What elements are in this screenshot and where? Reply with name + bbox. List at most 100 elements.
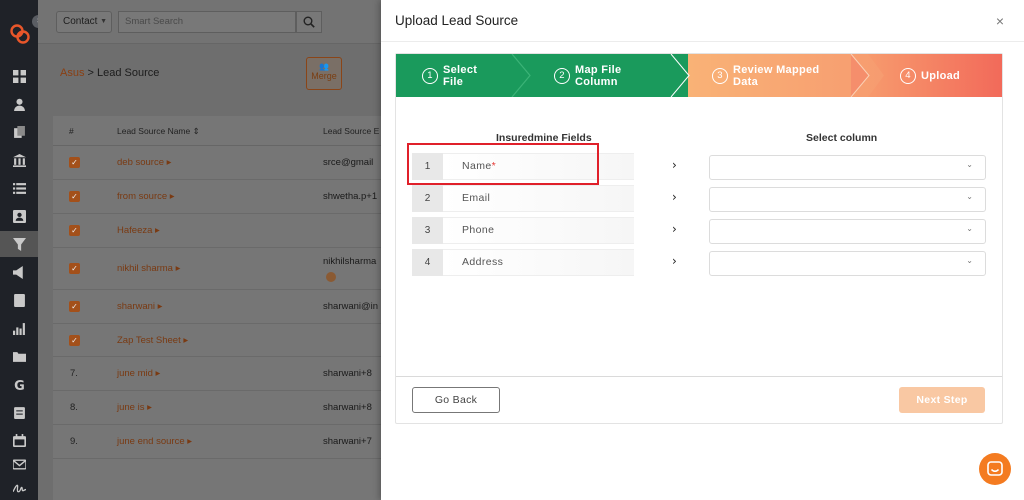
email-badge-icon [326, 272, 336, 282]
column-select-address[interactable]: ⌄ [709, 251, 986, 276]
row-number: 8. [70, 402, 78, 413]
lead-source-name[interactable]: sharwani ▸ [117, 301, 162, 312]
close-icon[interactable]: × [996, 13, 1004, 29]
column-select-phone[interactable]: ⌄ [709, 219, 986, 244]
lead-source-name[interactable]: june is ▸ [117, 402, 152, 413]
table-row[interactable]: ✓ sharwani ▸ sharwani@in [53, 290, 382, 324]
search-icon [303, 16, 315, 28]
table-header: # Lead Source Name ⇕ Lead Source E [53, 116, 382, 146]
chevron-down-icon: ⌄ [966, 224, 973, 233]
row-checkbox[interactable]: ✓ [69, 335, 80, 346]
step-label-line2: Column [575, 75, 618, 88]
table-row[interactable]: ✓ Hafeeza ▸ [53, 214, 382, 248]
next-step-button[interactable]: Next Step [899, 387, 985, 413]
contact-type-value: Contact [63, 16, 98, 27]
field-name: Email [443, 185, 634, 212]
folder-icon[interactable] [0, 343, 38, 369]
go-back-button[interactable]: Go Back [412, 387, 500, 413]
table-row[interactable]: ✓ nikhil sharma ▸ nikhilsharma [53, 248, 382, 290]
modal-header: Upload Lead Source × [381, 0, 1024, 42]
notes-icon[interactable] [0, 287, 38, 313]
wizard-footer-divider [396, 376, 1002, 377]
list-icon[interactable] [0, 175, 38, 201]
step-label-line1: Review Mapped [733, 63, 820, 76]
step-label-line1: Map File [575, 63, 622, 76]
svg-text:G: G [14, 378, 25, 390]
chevron-right-icon: › [672, 254, 677, 268]
lead-source-email: sharwani+8 [323, 368, 372, 379]
lead-source-name[interactable]: deb source ▸ [117, 157, 171, 168]
left-sidebar: › G [0, 0, 45, 500]
breadcrumb: Asus > Lead Source [60, 67, 159, 79]
contact-card-icon[interactable] [0, 203, 38, 229]
search-button[interactable] [296, 11, 322, 33]
chevron-down-icon: ⌄ [966, 160, 973, 169]
google-icon[interactable]: G [0, 371, 38, 397]
chat-icon [987, 461, 1003, 476]
step-map-file-column: 2 Map File Column [554, 54, 621, 97]
mail-icon[interactable] [0, 451, 38, 477]
lead-source-name[interactable]: from source ▸ [117, 191, 175, 202]
lead-source-email: sharwani@in [323, 301, 379, 312]
column-header-email[interactable]: Lead Source E [323, 126, 379, 136]
column-header-num: # [69, 126, 74, 136]
clipboard-icon[interactable] [0, 399, 38, 425]
step-review-mapped-data: 3 Review Mapped Data [712, 54, 819, 97]
merge-button[interactable]: 👥 Merge [306, 57, 342, 90]
signature-icon[interactable] [0, 475, 38, 500]
column-select-email[interactable]: ⌄ [709, 187, 986, 212]
field-index: 4 [412, 249, 443, 276]
breadcrumb-home-link[interactable]: Asus [60, 67, 84, 79]
smart-search-input[interactable]: Smart Search [118, 11, 296, 33]
field-index: 2 [412, 185, 443, 212]
lead-source-name[interactable]: nikhil sharma ▸ [117, 263, 180, 274]
insuredmine-logo-icon[interactable] [9, 23, 31, 45]
field-name: Phone [443, 217, 634, 244]
lead-source-name[interactable]: june end source ▸ [117, 436, 192, 447]
step-number: 4 [900, 67, 916, 84]
table-row[interactable]: 9. june end source ▸ sharwani+7 [53, 425, 382, 459]
dashboard-icon[interactable] [0, 63, 38, 89]
lead-source-name[interactable]: june mid ▸ [117, 368, 160, 379]
row-number: 7. [70, 368, 78, 379]
breadcrumb-separator: > [87, 67, 94, 79]
top-bar: Contact ▼ Smart Search [38, 0, 382, 44]
contact-type-select[interactable]: Contact ▼ [56, 11, 112, 33]
table-row[interactable]: ✓ from source ▸ shwetha.p+1 [53, 180, 382, 214]
lead-source-email: shwetha.p+1 [323, 191, 378, 202]
field-name-text: Email [462, 192, 491, 204]
select-column-heading: Select column [806, 132, 878, 144]
step-label-line1: Upload [921, 69, 961, 82]
chat-launcher[interactable] [979, 453, 1011, 485]
table-row[interactable]: ✓ Zap Test Sheet ▸ [53, 324, 382, 357]
chevron-right-icon: › [672, 190, 677, 204]
lead-source-email: sharwani+7 [323, 436, 372, 447]
row-checkbox[interactable]: ✓ [69, 301, 80, 312]
lead-source-filter-icon[interactable] [0, 231, 38, 257]
background-page: Contact ▼ Smart Search Asus > Lead Sourc… [38, 0, 382, 500]
modal-title: Upload Lead Source [395, 13, 519, 28]
contacts-icon[interactable] [0, 91, 38, 117]
table-row[interactable]: 8. june is ▸ sharwani+8 [53, 391, 382, 425]
lead-source-email: srce@gmail [323, 157, 374, 168]
row-checkbox[interactable]: ✓ [69, 157, 80, 168]
documents-icon[interactable] [0, 119, 38, 145]
chevron-down-icon: ⌄ [966, 256, 973, 265]
lead-source-name[interactable]: Zap Test Sheet ▸ [117, 335, 188, 346]
merge-label: Merge [311, 71, 337, 81]
reports-chart-icon[interactable] [0, 315, 38, 341]
calendar-icon[interactable] [0, 427, 38, 453]
megaphone-icon[interactable] [0, 259, 38, 285]
lead-source-email: sharwani+8 [323, 402, 372, 413]
row-checkbox[interactable]: ✓ [69, 191, 80, 202]
field-name: Address [443, 249, 634, 276]
table-row[interactable]: 7. june mid ▸ sharwani+8 [53, 357, 382, 391]
row-checkbox[interactable]: ✓ [69, 263, 80, 274]
lead-source-email: nikhilsharma [323, 256, 377, 267]
lead-source-name[interactable]: Hafeeza ▸ [117, 225, 160, 236]
bank-icon[interactable] [0, 147, 38, 173]
table-row[interactable]: ✓ deb source ▸ srce@gmail [53, 146, 382, 180]
row-checkbox[interactable]: ✓ [69, 225, 80, 236]
column-header-name[interactable]: Lead Source Name ⇕ [117, 126, 200, 137]
column-select-name[interactable]: ⌄ [709, 155, 986, 180]
